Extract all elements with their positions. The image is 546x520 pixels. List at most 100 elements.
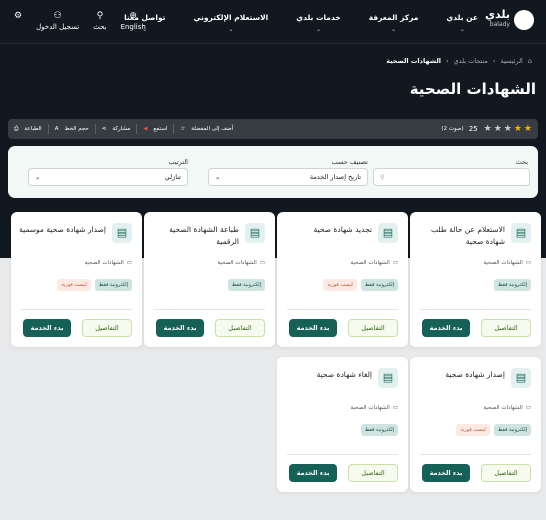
divider — [287, 454, 398, 455]
certificate-icon: ▤ — [511, 368, 531, 388]
start-service-button[interactable]: بدء الخدمة — [422, 319, 470, 337]
search-button[interactable]: ⚲ بحث — [93, 11, 106, 31]
star-icon[interactable]: ★ — [514, 124, 522, 134]
home-icon: ⌂ — [527, 57, 532, 65]
gear-icon: ⚙ — [14, 11, 23, 21]
card-title[interactable]: إلغاء شهادة صحية — [284, 369, 372, 381]
id-card-icon: ▭ — [525, 260, 531, 266]
star-icon[interactable]: ★ — [484, 124, 492, 134]
start-service-button[interactable]: بدء الخدمة — [289, 464, 337, 482]
divider — [420, 309, 531, 310]
breadcrumb-home[interactable]: الرئيسية — [500, 57, 522, 65]
menu-label: الاستعلام الإلكتروني — [193, 13, 269, 22]
menu-services[interactable]: خدمات بلدي ⌄ — [296, 13, 340, 33]
speaker-icon[interactable]: ◀ — [143, 126, 147, 132]
details-button[interactable]: التفاصيل — [348, 464, 398, 482]
card-tags: إلكترونية فقط — [493, 279, 531, 291]
classify-select[interactable]: تاريخ إصدار الخدمة ⌄ — [208, 168, 368, 186]
divider — [47, 124, 49, 134]
star-outline-icon[interactable]: ☆ — [180, 126, 185, 132]
category-label: الشهادات الصحية — [483, 405, 523, 411]
details-button[interactable]: التفاصيل — [481, 464, 531, 482]
menu-label: خدمات بلدي — [296, 13, 341, 22]
service-tag: إلكترونية فقط — [493, 424, 531, 436]
menu-knowledge[interactable]: مركز المعرفة ⌄ — [369, 13, 419, 33]
divider — [173, 124, 175, 134]
star-icon[interactable]: ★ — [524, 124, 532, 134]
card-title[interactable]: طباعة الشهادة الصحية الرقمية — [151, 224, 239, 248]
share-button[interactable]: مشاركة — [112, 126, 130, 132]
card-title[interactable]: الاستعلام عن حالة طلب شهادة صحية — [417, 224, 505, 248]
menu-label: عن بلدي — [446, 13, 478, 22]
login-label: تسجيل الدخول — [36, 23, 80, 31]
service-card: ▤ تجديد شهادة صحية ▭ الشهادات الصحية إلكت… — [277, 212, 408, 347]
start-service-button[interactable]: بدء الخدمة — [23, 319, 71, 337]
card-title[interactable]: إصدار شهادة صحية — [417, 369, 505, 381]
divider — [21, 309, 132, 310]
rating-votes: (2 صوت) — [441, 126, 464, 132]
breadcrumb-products[interactable]: منتجات بلدي — [454, 57, 488, 65]
start-service-button[interactable]: بدء الخدمة — [422, 464, 470, 482]
service-tag: ليست فورية — [456, 424, 490, 436]
printer-icon: ▤ — [245, 223, 265, 243]
font-size-button[interactable]: حجم الخط — [64, 126, 88, 132]
printer-icon[interactable]: ⎙ — [14, 126, 18, 133]
menu-about[interactable]: عن بلدي ⌄ — [446, 13, 478, 33]
star-icon[interactable]: ★ — [504, 124, 512, 134]
language-button[interactable]: ⊕ English — [121, 11, 146, 31]
id-card-icon: ▭ — [259, 260, 265, 266]
search-label: بحث — [93, 23, 107, 31]
sort-select[interactable]: تنازلي ⌄ — [28, 168, 188, 186]
menu-inquiry[interactable]: الاستعلام الإلكتروني ⌄ — [193, 13, 268, 33]
breadcrumb: ⌂ الرئيسية ‹ منتجات بلدي ‹ الشهادات الصح… — [386, 57, 532, 65]
card-title[interactable]: إصدار شهادة صحية موسمية — [18, 224, 106, 236]
start-service-button[interactable]: بدء الخدمة — [156, 319, 204, 337]
search-icon: ⚲ — [96, 11, 104, 21]
star-icon[interactable]: ★ — [494, 124, 502, 134]
share-icon[interactable]: ⋖ — [102, 126, 107, 132]
chevron-down-icon: ⌄ — [228, 26, 234, 33]
login-button[interactable]: ⚇ تسجيل الدخول — [36, 11, 79, 31]
listen-button[interactable]: استمع — [153, 126, 167, 132]
divider — [94, 124, 96, 134]
details-button[interactable]: التفاصيل — [481, 319, 531, 337]
card-category: ▭ الشهادات الصحية — [483, 405, 531, 411]
utility-bar: ⚙ ⚇ تسجيل الدخول ⚲ بحث ⊕ English — [14, 11, 146, 31]
sort-value: تنازلي — [164, 173, 181, 181]
service-tag: ليست فورية — [323, 279, 357, 291]
details-button[interactable]: التفاصيل — [348, 319, 398, 337]
category-label: الشهادات الصحية — [483, 260, 523, 266]
card-category: ▭ الشهادات الصحية — [217, 260, 265, 266]
details-button[interactable]: التفاصيل — [215, 319, 265, 337]
rating: ★ ★ ★ ★ ★ 25 (2 صوت) — [441, 124, 532, 134]
category-label: الشهادات الصحية — [217, 260, 257, 266]
id-card-icon: ▭ — [126, 260, 132, 266]
id-card-icon: ▭ — [392, 260, 398, 266]
card-tags: إلكترونية فقط ليست فورية — [323, 279, 398, 291]
id-card-icon: ▭ — [525, 405, 531, 411]
settings-button[interactable]: ⚙ — [14, 11, 22, 23]
print-button[interactable]: الطباعة — [24, 126, 41, 132]
card-title[interactable]: تجديد شهادة صحية — [284, 224, 372, 236]
certificate-icon: ▤ — [378, 223, 398, 243]
details-button[interactable]: التفاصيل — [82, 319, 132, 337]
page-actions: ⎙ الطباعة A حجم الخط ⋖ مشاركة ◀ استمع ☆ … — [14, 124, 233, 134]
certificate-icon: ▤ — [378, 368, 398, 388]
card-category: ▭ الشهادات الصحية — [350, 405, 398, 411]
favorite-button[interactable]: أضف إلى المفضلة — [191, 126, 233, 132]
service-tag: إلكترونية فقط — [360, 424, 398, 436]
rating-score: 25 — [468, 125, 478, 133]
font-size-icon[interactable]: A — [55, 126, 59, 132]
card-category: ▭ الشهادات الصحية — [84, 260, 132, 266]
user-icon: ⚇ — [53, 11, 62, 21]
breadcrumb-current: الشهادات الصحية — [386, 57, 442, 65]
start-service-button[interactable]: بدء الخدمة — [289, 319, 337, 337]
balady-logo[interactable]: بلدي balady — [485, 9, 534, 30]
divider — [420, 454, 531, 455]
search-input[interactable]: ⚲ — [373, 168, 530, 186]
divider — [136, 124, 138, 134]
service-card: ▤ طباعة الشهادة الصحية الرقمية ▭ الشهادات… — [144, 212, 275, 347]
chevron-down-icon: ⌄ — [459, 26, 465, 33]
search-icon: ⚲ — [380, 173, 385, 181]
category-label: الشهادات الصحية — [350, 405, 390, 411]
